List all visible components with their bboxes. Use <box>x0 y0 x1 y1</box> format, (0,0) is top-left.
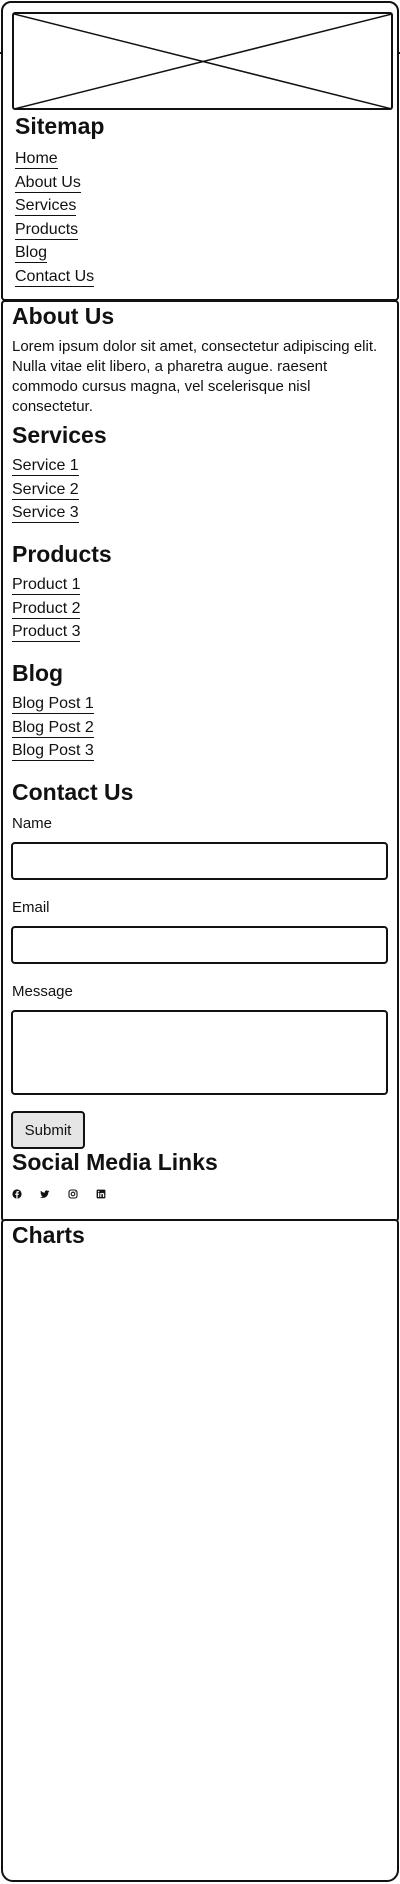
social-icons <box>12 1186 106 1199</box>
sitemap-link-contact-us[interactable]: Contact Us <box>15 268 95 287</box>
sitemap-link-about-us[interactable]: About Us <box>15 174 81 193</box>
service-link-1[interactable]: Service 1 <box>12 457 79 476</box>
sitemap-link-blog[interactable]: Blog <box>15 244 48 263</box>
name-label: Name <box>12 815 53 832</box>
services-links: Service 1 Service 2 Service 3 <box>12 457 79 528</box>
sitemap-links: Home About Us Services Products Blog Con… <box>15 150 95 291</box>
about-heading: About Us <box>12 303 115 329</box>
hero-image-placeholder <box>12 12 393 110</box>
email-label: Email <box>12 899 50 916</box>
charts-section <box>1 1219 399 1882</box>
message-label: Message <box>12 983 73 1000</box>
product-link-3[interactable]: Product 3 <box>12 623 81 642</box>
linkedin-icon[interactable] <box>96 1186 106 1199</box>
service-link-2[interactable]: Service 2 <box>12 481 79 500</box>
twitter-icon[interactable] <box>40 1186 50 1198</box>
message-textarea[interactable] <box>11 1010 388 1095</box>
placeholder-cross-icon <box>14 14 392 109</box>
sitemap-link-products[interactable]: Products <box>15 221 79 240</box>
blog-heading: Blog <box>12 660 64 686</box>
blog-links: Blog Post 1 Blog Post 2 Blog Post 3 <box>12 695 94 766</box>
product-link-1[interactable]: Product 1 <box>12 576 81 595</box>
email-input[interactable] <box>11 926 388 964</box>
blog-post-link-3[interactable]: Blog Post 3 <box>12 742 94 761</box>
submit-button[interactable]: Submit <box>11 1111 85 1149</box>
service-link-3[interactable]: Service 3 <box>12 504 79 523</box>
about-text: Lorem ipsum dolor sit amet, consectetur … <box>12 338 378 415</box>
products-heading: Products <box>12 541 112 567</box>
facebook-icon[interactable] <box>12 1186 22 1199</box>
instagram-icon[interactable] <box>68 1186 78 1199</box>
sitemap-link-home[interactable]: Home <box>15 150 58 169</box>
blog-post-link-1[interactable]: Blog Post 1 <box>12 695 94 714</box>
social-heading: Social Media Links <box>12 1149 218 1175</box>
charts-heading: Charts <box>12 1222 85 1248</box>
products-links: Product 1 Product 2 Product 3 <box>12 576 81 647</box>
name-input[interactable] <box>11 842 388 880</box>
blog-post-link-2[interactable]: Blog Post 2 <box>12 719 94 738</box>
product-link-2[interactable]: Product 2 <box>12 600 81 619</box>
sitemap-heading: Sitemap <box>15 113 105 139</box>
contact-heading: Contact Us <box>12 779 134 805</box>
services-heading: Services <box>12 422 107 448</box>
sitemap-section: Sitemap Home About Us Services Products … <box>1 1 399 301</box>
sitemap-link-services[interactable]: Services <box>15 197 77 216</box>
